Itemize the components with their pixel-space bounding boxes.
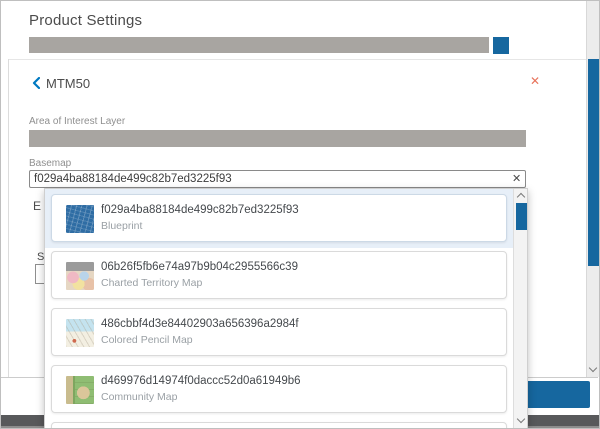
scroll-up-icon[interactable] [517,193,525,201]
basemap-option-colored-pencil[interactable]: 486cbbf4d3e84402903a656396a2984f Colored… [51,308,507,356]
basemap-thumbnail-icon [66,376,94,404]
back-label: MTM50 [46,76,90,91]
basemap-option-name: Charted Territory Map [101,277,202,289]
basemap-option-blueprint[interactable]: f029a4ba88184de499c82b7ed3225f93 Bluepri… [51,194,507,242]
close-icon[interactable]: ✕ [530,74,540,88]
basemap-option-id: 06b26f5fb6e74a97b9b04c2955566c39 [101,261,298,273]
redacted-field-bar [29,37,489,53]
basemap-thumbnail-icon [66,319,94,347]
basemap-option-name: Blueprint [101,220,142,232]
basemap-thumbnail-icon [66,262,94,290]
basemap-option-community[interactable]: d469976d14974f0daccc52d0a61949b6 Communi… [51,365,507,413]
primary-action-button[interactable] [523,381,590,408]
basemap-label: Basemap [29,158,71,169]
page-title: Product Settings [29,12,142,29]
dropdown-scrollbar[interactable] [513,189,528,429]
basemap-thumbnail-icon [66,205,94,233]
chevron-left-icon [32,77,40,89]
area-of-interest-input-redacted[interactable] [29,130,526,147]
area-of-interest-label: Area of Interest Layer [29,116,125,127]
scroll-down-icon[interactable] [589,364,597,372]
dialog-left-border [8,59,9,377]
scroll-down-icon[interactable] [517,415,525,423]
basemap-option-charted-territory[interactable]: 06b26f5fb6e74a97b9b04c2955566c39 Charted… [51,251,507,299]
product-settings-window: Product Settings MTM50 ✕ Area of Interes… [0,0,600,429]
clipped-label-e: E [33,199,41,213]
dialog-scrollbar-thumb[interactable] [588,59,599,266]
basemap-option-id: 486cbbf4d3e84402903a656396a2984f [101,318,299,330]
blue-action-square[interactable] [493,37,509,54]
basemap-input[interactable] [29,170,526,188]
dropdown-scrollbar-thumb[interactable] [516,203,527,230]
dialog-scrollbar[interactable] [586,1,599,377]
clear-input-icon[interactable]: ✕ [512,172,521,185]
basemap-option-name: Community Map [101,391,177,403]
dialog-top-border [8,59,586,60]
basemap-option-name: Colored Pencil Map [101,334,193,346]
basemap-option-id: f029a4ba88184de499c82b7ed3225f93 [101,204,299,216]
basemap-dropdown: f029a4ba88184de499c82b7ed3225f93 Bluepri… [44,188,528,429]
basemap-option-id: d469976d14974f0daccc52d0a61949b6 [101,375,301,387]
basemap-option-partial[interactable] [51,422,507,429]
back-button[interactable]: MTM50 [32,75,90,91]
